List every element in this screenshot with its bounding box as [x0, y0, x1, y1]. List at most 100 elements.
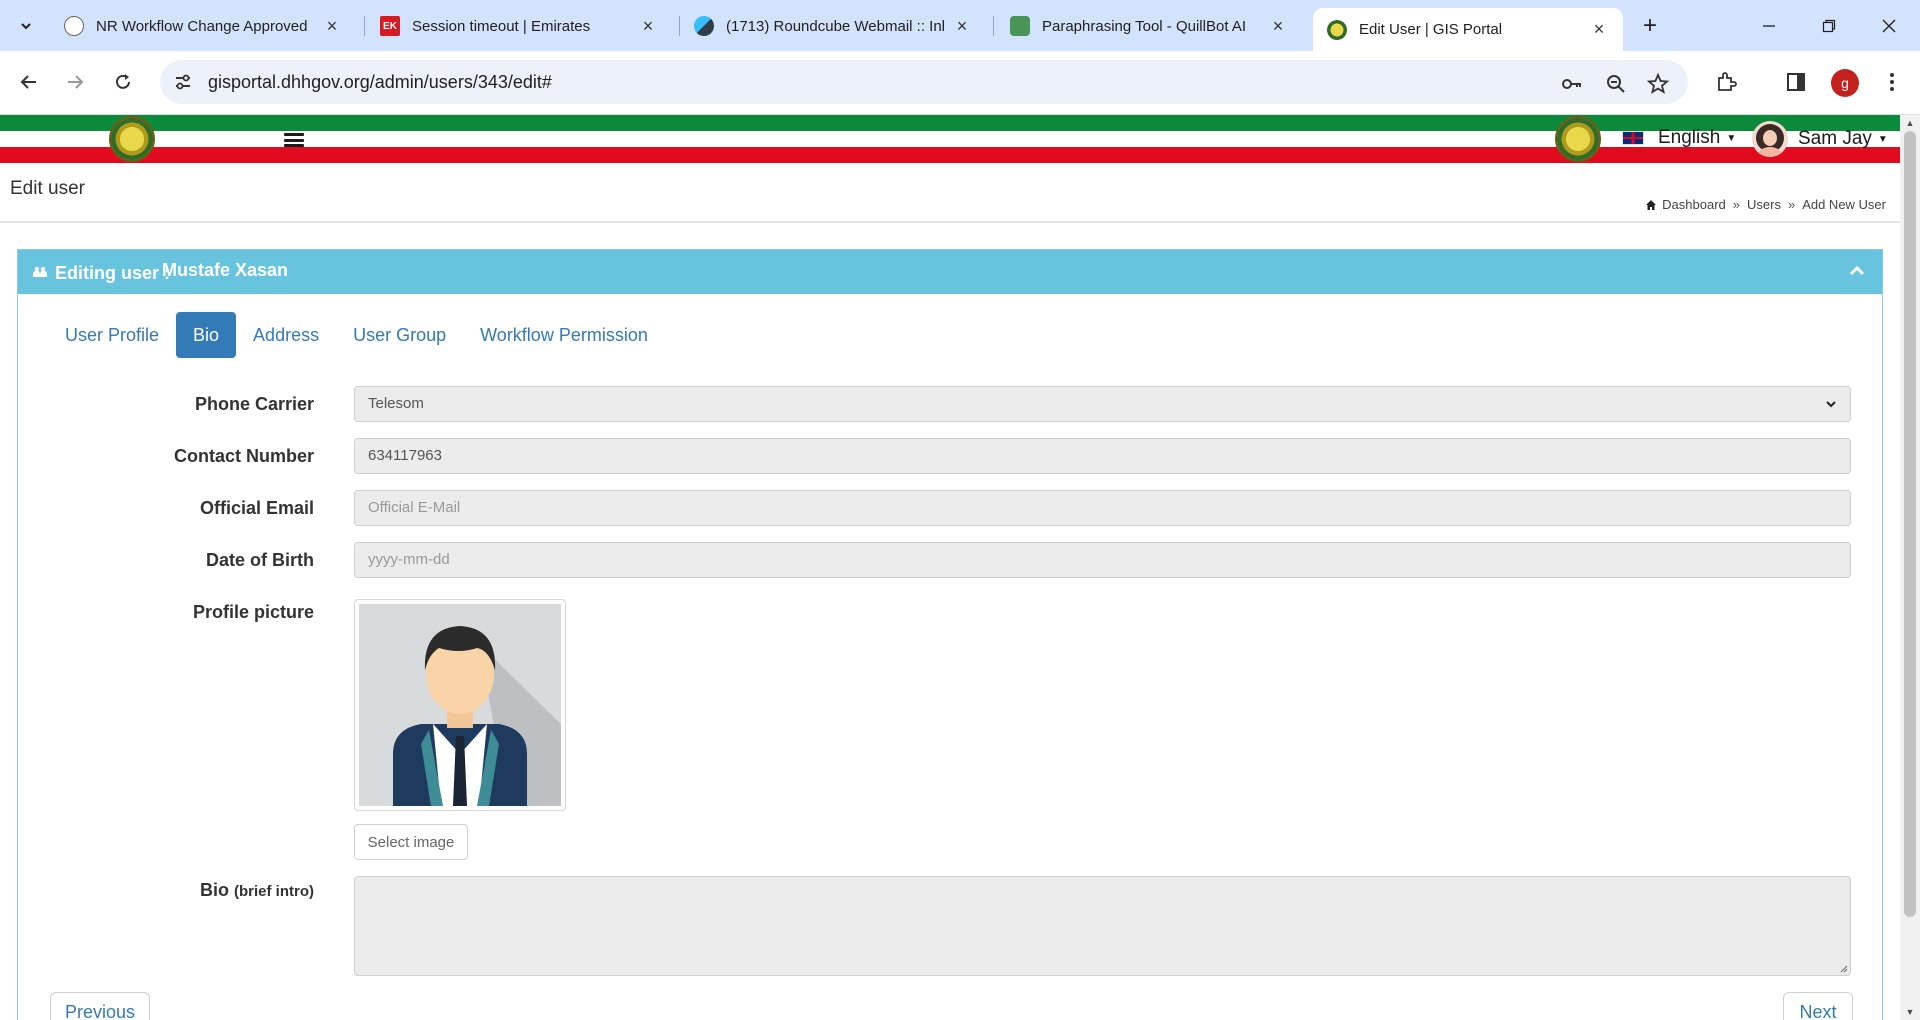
edit-user-panel: Editing user : Mustafe Xasan User Profil…: [17, 249, 1883, 1020]
restore-icon: [1822, 19, 1836, 33]
tab-user-group[interactable]: User Group: [336, 312, 463, 358]
official-email-label: Official Email: [199, 498, 314, 518]
caret-down-icon: ▼: [1877, 133, 1888, 145]
default-avatar-icon: [393, 626, 561, 806]
select-image-button[interactable]: Select image: [354, 824, 468, 860]
roundcube-icon: [694, 16, 714, 36]
close-icon[interactable]: ×: [952, 16, 972, 36]
browser-tab[interactable]: NR Workflow Change Approved ×: [50, 8, 356, 44]
tab-workflow-permission[interactable]: Workflow Permission: [463, 312, 665, 358]
user-menu[interactable]: Sam Jay ▼: [1752, 121, 1888, 157]
close-icon[interactable]: ×: [638, 16, 658, 36]
bio-label: Bio (brief intro): [200, 880, 314, 901]
close-window-button[interactable]: [1864, 8, 1914, 44]
page-viewport: English ▼ Sam Jay ▼ Edit user Dashboard …: [0, 115, 1900, 1020]
browser-tab[interactable]: EK Session timeout | Emirates ×: [366, 8, 672, 44]
url-text[interactable]: gisportal.dhhgov.org/admin/users/343/edi…: [208, 72, 552, 93]
tab-search-button[interactable]: [10, 10, 42, 42]
page-scrollbar[interactable]: ▲ ▼: [1900, 115, 1920, 1020]
quillbot-icon: [1010, 16, 1030, 36]
tab-bio[interactable]: Bio: [176, 312, 237, 358]
back-button[interactable]: [12, 65, 46, 99]
hamburger-line: [284, 144, 304, 147]
forward-button[interactable]: [58, 65, 92, 99]
phone-carrier-value: Telesom: [368, 395, 424, 412]
contact-number-input[interactable]: 634117963: [354, 438, 1851, 474]
browser-tab-strip: NR Workflow Change Approved × EK Session…: [0, 0, 1920, 51]
site-logo-emblem[interactable]: [109, 116, 155, 162]
chevron-down-icon: [1826, 401, 1836, 408]
close-icon[interactable]: ×: [1589, 19, 1609, 40]
site-settings-icon[interactable]: [172, 71, 194, 93]
browser-profile-avatar[interactable]: g: [1831, 69, 1859, 97]
chevron-up-icon[interactable]: [1848, 262, 1866, 280]
content-header: Edit user Dashboard » Users » Add New Us…: [0, 163, 1900, 223]
close-icon: [1882, 19, 1896, 33]
phone-carrier-select[interactable]: Telesom: [354, 386, 1851, 422]
bio-textarea[interactable]: [354, 876, 1851, 976]
emirates-icon: EK: [380, 16, 400, 36]
arrow-left-icon: [20, 75, 36, 89]
official-email-input[interactable]: Official E-Mail: [354, 490, 1851, 526]
chatgpt-icon: [64, 16, 84, 36]
breadcrumb-add-new-user[interactable]: Add New User: [1802, 197, 1886, 212]
scroll-up-arrow-icon[interactable]: ▲: [1904, 117, 1916, 129]
close-icon[interactable]: ×: [1268, 16, 1288, 36]
tab-title: Paraphrasing Tool - QuillBot AI: [1042, 17, 1247, 35]
breadcrumb: Dashboard » Users » Add New User: [1645, 197, 1886, 212]
next-button[interactable]: Next: [1783, 992, 1853, 1020]
menu-toggle-button[interactable]: [284, 133, 304, 147]
tab-title: Edit User | GIS Portal: [1359, 21, 1503, 38]
minimize-button[interactable]: [1744, 8, 1794, 44]
tab-address[interactable]: Address: [236, 312, 336, 358]
flag-stripe-green: [0, 115, 1900, 131]
flag-stripe-red: [0, 147, 1900, 163]
more-menu-icon[interactable]: [1878, 68, 1906, 96]
new-tab-button[interactable]: +: [1636, 12, 1664, 40]
side-panel-icon[interactable]: [1782, 68, 1810, 96]
browser-toolbar: gisportal.dhhgov.org/admin/users/343/edi…: [0, 51, 1920, 115]
date-of-birth-input[interactable]: yyyy-mm-dd: [354, 542, 1851, 578]
tab-divider: [364, 16, 365, 36]
phone-carrier-label: Phone Carrier: [194, 394, 314, 414]
arrow-right-icon: [68, 75, 84, 89]
address-bar[interactable]: gisportal.dhhgov.org/admin/users/343/edi…: [160, 60, 1688, 104]
restore-button[interactable]: [1804, 8, 1854, 44]
user-name: Sam Jay: [1798, 128, 1872, 149]
editing-user-name: Mustafe Xasan: [162, 260, 289, 280]
browser-tab[interactable]: (1713) Roundcube Webmail :: Inbox ×: [680, 8, 986, 44]
tab-title: (1713) Roundcube Webmail :: Inbox: [726, 17, 944, 35]
bio-label-text: Bio: [199, 880, 229, 900]
profile-picture-image: [359, 604, 561, 806]
user-edit-tabs: User Profile Bio Address User Group Work…: [48, 312, 665, 358]
minimize-icon: [1763, 25, 1775, 27]
tab-user-profile[interactable]: User Profile: [48, 312, 176, 358]
header-emblem: [1555, 116, 1601, 162]
zoom-icon[interactable]: [1604, 72, 1628, 96]
language-label: English: [1658, 127, 1721, 148]
contact-number-label: Contact Number: [173, 446, 314, 466]
profile-picture-label: Profile picture: [192, 602, 314, 622]
browser-tab[interactable]: Paraphrasing Tool - QuillBot AI ×: [996, 8, 1302, 44]
breadcrumb-users[interactable]: Users: [1747, 197, 1781, 212]
close-icon[interactable]: ×: [322, 16, 342, 36]
chevron-down-icon: [21, 23, 31, 30]
previous-button[interactable]: Previous: [50, 992, 150, 1020]
bookmark-star-icon[interactable]: [1646, 72, 1670, 96]
breadcrumb-dashboard[interactable]: Dashboard: [1662, 197, 1726, 212]
browser-tab-active[interactable]: Edit User | GIS Portal ×: [1313, 8, 1623, 51]
password-key-icon[interactable]: [1560, 72, 1584, 96]
scrollbar-thumb[interactable]: [1904, 131, 1916, 917]
page-title: Edit user: [10, 178, 85, 199]
avatar: [1752, 121, 1788, 157]
extensions-icon[interactable]: [1712, 68, 1740, 96]
uk-flag-icon: [1622, 131, 1644, 145]
scroll-down-arrow-icon[interactable]: ▼: [1904, 1006, 1916, 1018]
tab-title: NR Workflow Change Approved: [96, 17, 308, 35]
date-of-birth-label: Date of Birth: [206, 550, 314, 570]
language-selector[interactable]: English ▼: [1622, 127, 1736, 149]
reload-button[interactable]: [106, 65, 140, 99]
resize-handle-icon[interactable]: [1838, 963, 1848, 973]
breadcrumb-separator: »: [1732, 197, 1740, 212]
panel-heading-label: Editing user :: [55, 263, 171, 283]
